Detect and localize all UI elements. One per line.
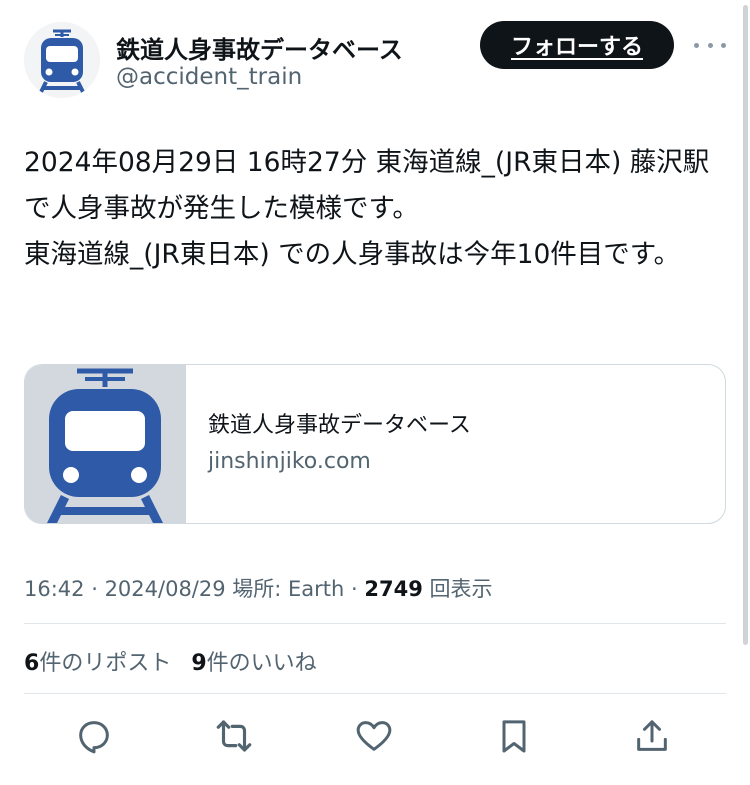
action-bar (0, 712, 750, 764)
more-dot (721, 42, 726, 48)
card-title: 鉄道人身事故データベース (208, 413, 471, 438)
link-card[interactable]: 鉄道人身事故データベース jinshinjiko.com (24, 364, 726, 524)
avatar[interactable] (24, 22, 100, 98)
views-count: 2749 (364, 577, 423, 601)
account-handle[interactable]: @accident_train (116, 64, 302, 90)
card-thumbnail[interactable] (25, 365, 185, 523)
tweet-time[interactable]: 16:42 (24, 577, 85, 601)
card-body[interactable]: 鉄道人身事故データベース jinshinjiko.com (185, 365, 725, 523)
share-icon[interactable] (628, 712, 676, 760)
heart-icon[interactable] (350, 712, 398, 760)
reposts-stat[interactable]: 6件のリポスト (24, 651, 171, 676)
card-domain: jinshinjiko.com (208, 449, 371, 474)
tweet-text: 2024年08月29日 16時27分 東海道線_(JR東日本) 藤沢駅で人身事故… (24, 147, 710, 270)
train-icon (24, 22, 100, 98)
bookmark-icon[interactable] (490, 712, 538, 760)
tweet-page: 鉄道人身事故データベース @accident_train フォローする 2024… (0, 0, 750, 785)
reply-icon[interactable] (70, 712, 118, 760)
more-dot (707, 42, 713, 48)
divider (24, 623, 726, 624)
meta-separator: · (84, 577, 105, 601)
more-dot (694, 42, 699, 48)
meta-separator: · (344, 577, 365, 601)
likes-stat[interactable]: 9件のいいね (191, 651, 316, 676)
account-display-name[interactable]: 鉄道人身事故データベース (116, 30, 403, 65)
more-icon[interactable] (690, 30, 730, 60)
likes-label: 件のいいね (206, 651, 317, 676)
views-label: 回表示 (422, 577, 493, 601)
likes-count: 9 (191, 651, 207, 676)
scrollbar[interactable] (743, 5, 748, 645)
tweet-location: 場所: Earth (225, 577, 345, 601)
divider (24, 693, 726, 694)
tweet-stats: 6件のリポスト 9件のいいね (24, 645, 317, 677)
reposts-count: 6 (24, 651, 40, 676)
repost-icon[interactable] (210, 712, 258, 760)
tweet-date[interactable]: 2024/08/29 (105, 577, 226, 601)
reposts-label: 件のリポスト (39, 651, 172, 676)
train-icon (46, 368, 164, 523)
follow-button[interactable]: フォローする (480, 21, 674, 69)
tweet-meta: 16:42 · 2024/08/29 場所: Earth · 2749 回表示 (24, 573, 493, 603)
